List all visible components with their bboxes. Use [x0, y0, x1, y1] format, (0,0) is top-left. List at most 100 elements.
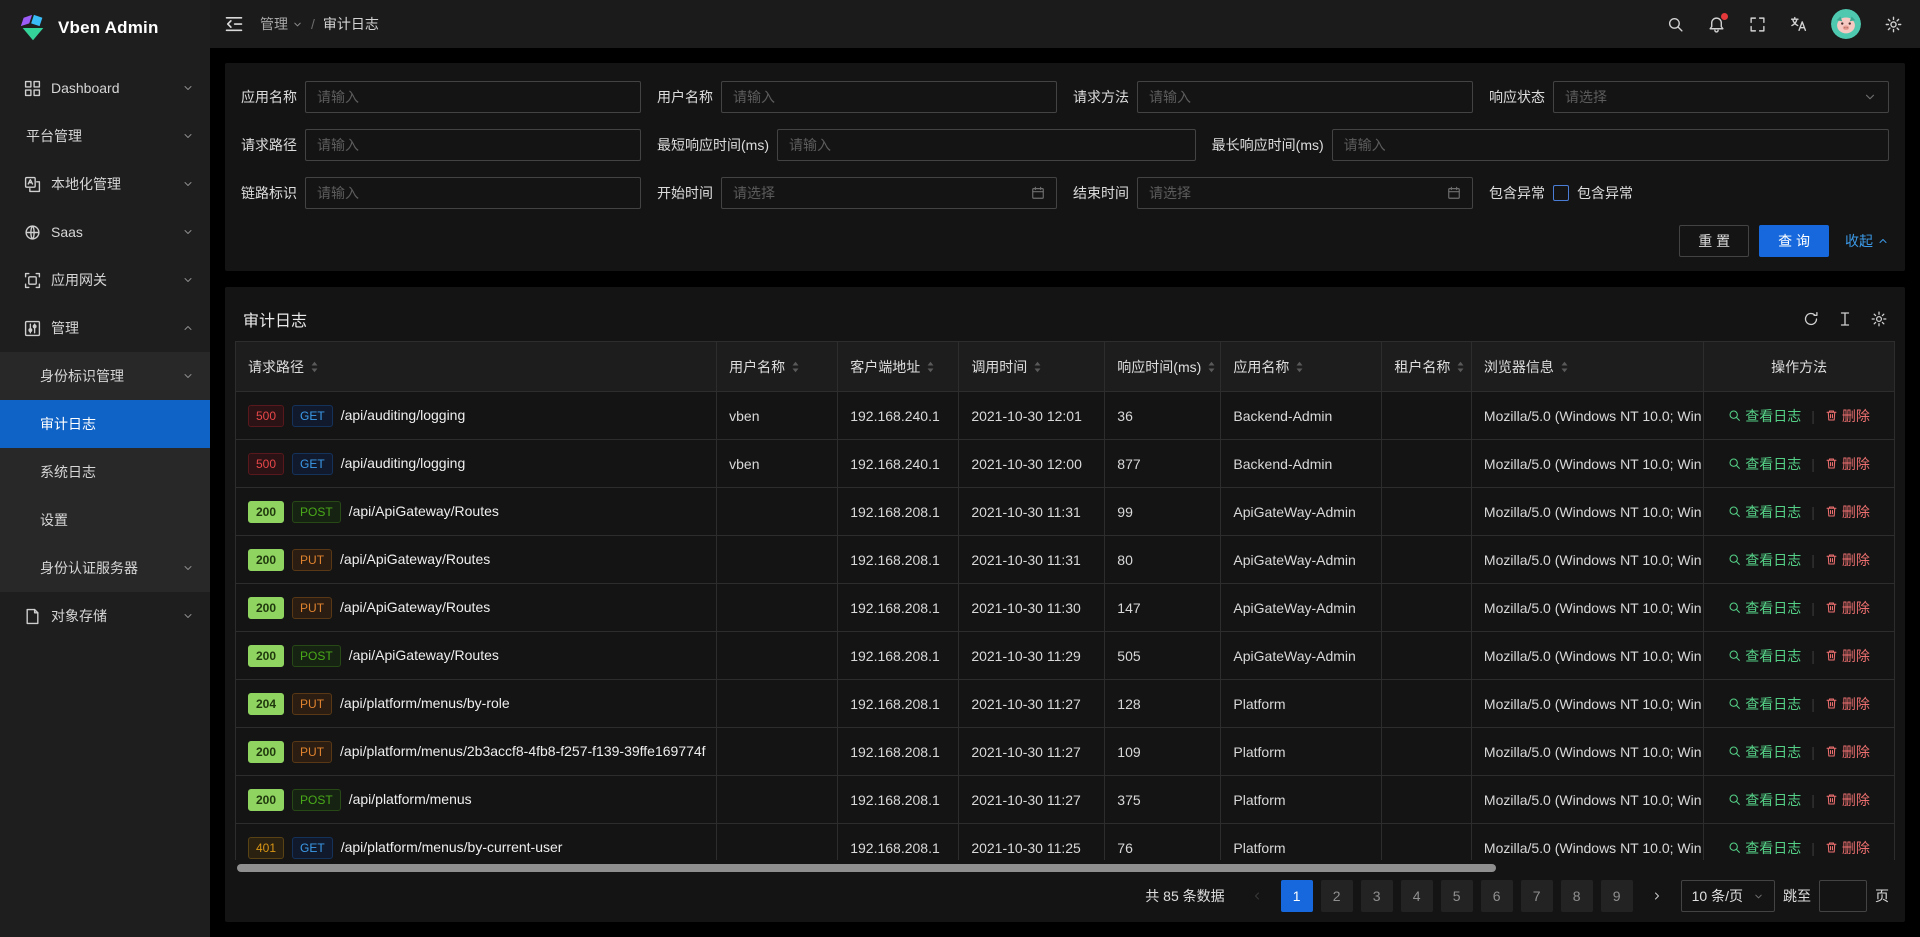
- breadcrumb-section[interactable]: 管理: [260, 14, 303, 34]
- filter-field-request-path: 请求路径: [241, 129, 641, 161]
- sort-caret-icon[interactable]: [926, 360, 935, 374]
- scrollbar-thumb[interactable]: [237, 864, 1496, 872]
- jump-page-input[interactable]: [1819, 880, 1867, 912]
- trace-id-input[interactable]: [305, 177, 641, 209]
- sidebar-item-object-storage[interactable]: 对象存储: [0, 592, 210, 640]
- delete-button[interactable]: 删除: [1825, 598, 1870, 618]
- row-actions: 查看日志|删除: [1716, 406, 1882, 426]
- delete-button[interactable]: 删除: [1825, 790, 1870, 810]
- pagination-page-6[interactable]: 6: [1481, 880, 1513, 912]
- delete-button[interactable]: 删除: [1825, 550, 1870, 570]
- column-header-tenant[interactable]: 租户名称: [1382, 342, 1472, 392]
- delete-button[interactable]: 删除: [1825, 454, 1870, 474]
- view-log-button[interactable]: 查看日志: [1728, 790, 1801, 810]
- collapse-link[interactable]: 收起: [1845, 231, 1889, 251]
- pagination-page-9[interactable]: 9: [1601, 880, 1633, 912]
- sidebar-item-dashboard[interactable]: Dashboard: [0, 64, 210, 112]
- pagination-page-1[interactable]: 1: [1281, 880, 1313, 912]
- pagination-page-4[interactable]: 4: [1401, 880, 1433, 912]
- sort-caret-icon[interactable]: [1033, 360, 1042, 374]
- translate-icon[interactable]: [1790, 16, 1807, 33]
- request-method-input[interactable]: [1137, 81, 1473, 113]
- logo[interactable]: Vben Admin: [0, 0, 210, 56]
- sidebar-item-system-log[interactable]: 系统日志: [0, 448, 210, 496]
- start-time-picker[interactable]: 请选择: [721, 177, 1057, 209]
- column-header-user[interactable]: 用户名称: [717, 342, 838, 392]
- sort-caret-icon[interactable]: [1456, 360, 1465, 374]
- pagination-page-3[interactable]: 3: [1361, 880, 1393, 912]
- column-header-browser[interactable]: 浏览器信息: [1471, 342, 1703, 392]
- search-icon[interactable]: [1667, 16, 1684, 33]
- delete-button[interactable]: 删除: [1825, 646, 1870, 666]
- sort-caret-icon[interactable]: [1560, 360, 1569, 374]
- sort-caret-icon[interactable]: [791, 360, 800, 374]
- menu-fold-icon[interactable]: [224, 14, 244, 34]
- end-time-picker[interactable]: 请选择: [1137, 177, 1473, 209]
- view-log-button[interactable]: 查看日志: [1728, 742, 1801, 762]
- delete-button[interactable]: 删除: [1825, 742, 1870, 762]
- pagination-page-8[interactable]: 8: [1561, 880, 1593, 912]
- avatar[interactable]: [1831, 9, 1861, 39]
- sort-caret-icon[interactable]: [310, 360, 319, 374]
- sidebar-item-identity[interactable]: 身份标识管理: [0, 352, 210, 400]
- response-status-select[interactable]: 请选择: [1553, 81, 1889, 113]
- cell-client: 192.168.208.1: [838, 488, 959, 536]
- chevron-down-icon: [292, 19, 303, 30]
- column-header-client[interactable]: 客户端地址: [838, 342, 959, 392]
- max-response-time-input[interactable]: [1332, 129, 1889, 161]
- min-response-time-input[interactable]: [777, 129, 1196, 161]
- sidebar-item-platform[interactable]: 平台管理: [0, 112, 210, 160]
- pagination-prev-button[interactable]: [1241, 880, 1273, 912]
- reset-button[interactable]: 重 置: [1679, 225, 1749, 257]
- row-height-icon[interactable]: [1837, 311, 1853, 327]
- sidebar-item-settings[interactable]: 设置: [0, 496, 210, 544]
- delete-button[interactable]: 删除: [1825, 838, 1870, 858]
- view-log-button[interactable]: 查看日志: [1728, 694, 1801, 714]
- cell-browser: Mozilla/5.0 (Windows NT 10.0; Win: [1471, 728, 1703, 776]
- sidebar-item-auth-server[interactable]: 身份认证服务器: [0, 544, 210, 592]
- delete-button[interactable]: 删除: [1825, 502, 1870, 522]
- pagination-page-5[interactable]: 5: [1441, 880, 1473, 912]
- pagination-page-7[interactable]: 7: [1521, 880, 1553, 912]
- view-log-button[interactable]: 查看日志: [1728, 550, 1801, 570]
- status-badge: 500: [248, 405, 284, 427]
- view-log-button[interactable]: 查看日志: [1728, 838, 1801, 858]
- view-log-button[interactable]: 查看日志: [1728, 454, 1801, 474]
- pagination-next-button[interactable]: [1641, 880, 1673, 912]
- bell-icon[interactable]: [1708, 16, 1725, 33]
- horizontal-scrollbar[interactable]: [237, 864, 1893, 872]
- cell-actions: 查看日志|删除: [1704, 632, 1895, 680]
- sidebar-item-saas[interactable]: Saas: [0, 208, 210, 256]
- delete-button[interactable]: 删除: [1825, 406, 1870, 426]
- notification-badge: [1721, 13, 1728, 20]
- sidebar-item-audit-log[interactable]: 审计日志: [0, 400, 210, 448]
- settings-icon[interactable]: [1885, 16, 1902, 33]
- app-name-input[interactable]: [305, 81, 641, 113]
- view-log-button[interactable]: 查看日志: [1728, 646, 1801, 666]
- delete-button[interactable]: 删除: [1825, 694, 1870, 714]
- view-log-button[interactable]: 查看日志: [1728, 502, 1801, 522]
- sort-caret-icon[interactable]: [1295, 360, 1304, 374]
- sidebar-item-manage[interactable]: 管理: [0, 304, 210, 352]
- fullscreen-icon[interactable]: [1749, 16, 1766, 33]
- request-path-input[interactable]: [305, 129, 641, 161]
- column-header-app[interactable]: 应用名称: [1221, 342, 1382, 392]
- refresh-icon[interactable]: [1803, 311, 1819, 327]
- column-header-time[interactable]: 调用时间: [959, 342, 1105, 392]
- user-name-input[interactable]: [721, 81, 1057, 113]
- column-header-duration[interactable]: 响应时间(ms): [1105, 342, 1221, 392]
- include-exception-checkbox[interactable]: [1553, 185, 1569, 201]
- column-settings-icon[interactable]: [1871, 311, 1887, 327]
- search-button[interactable]: 查 询: [1759, 225, 1829, 257]
- view-log-button[interactable]: 查看日志: [1728, 406, 1801, 426]
- page-size-select[interactable]: 10 条/页: [1681, 880, 1775, 912]
- delete-icon: [1825, 409, 1838, 422]
- column-header-path[interactable]: 请求路径: [236, 342, 717, 392]
- cell-actions: 查看日志|删除: [1704, 488, 1895, 536]
- sidebar-item-localization[interactable]: 本地化管理: [0, 160, 210, 208]
- pagination-page-2[interactable]: 2: [1321, 880, 1353, 912]
- view-log-button[interactable]: 查看日志: [1728, 598, 1801, 618]
- table-wrapper: 请求路径用户名称客户端地址调用时间响应时间(ms)应用名称租户名称浏览器信息操作…: [235, 341, 1895, 860]
- sort-caret-icon[interactable]: [1207, 360, 1216, 374]
- sidebar-item-gateway[interactable]: 应用网关: [0, 256, 210, 304]
